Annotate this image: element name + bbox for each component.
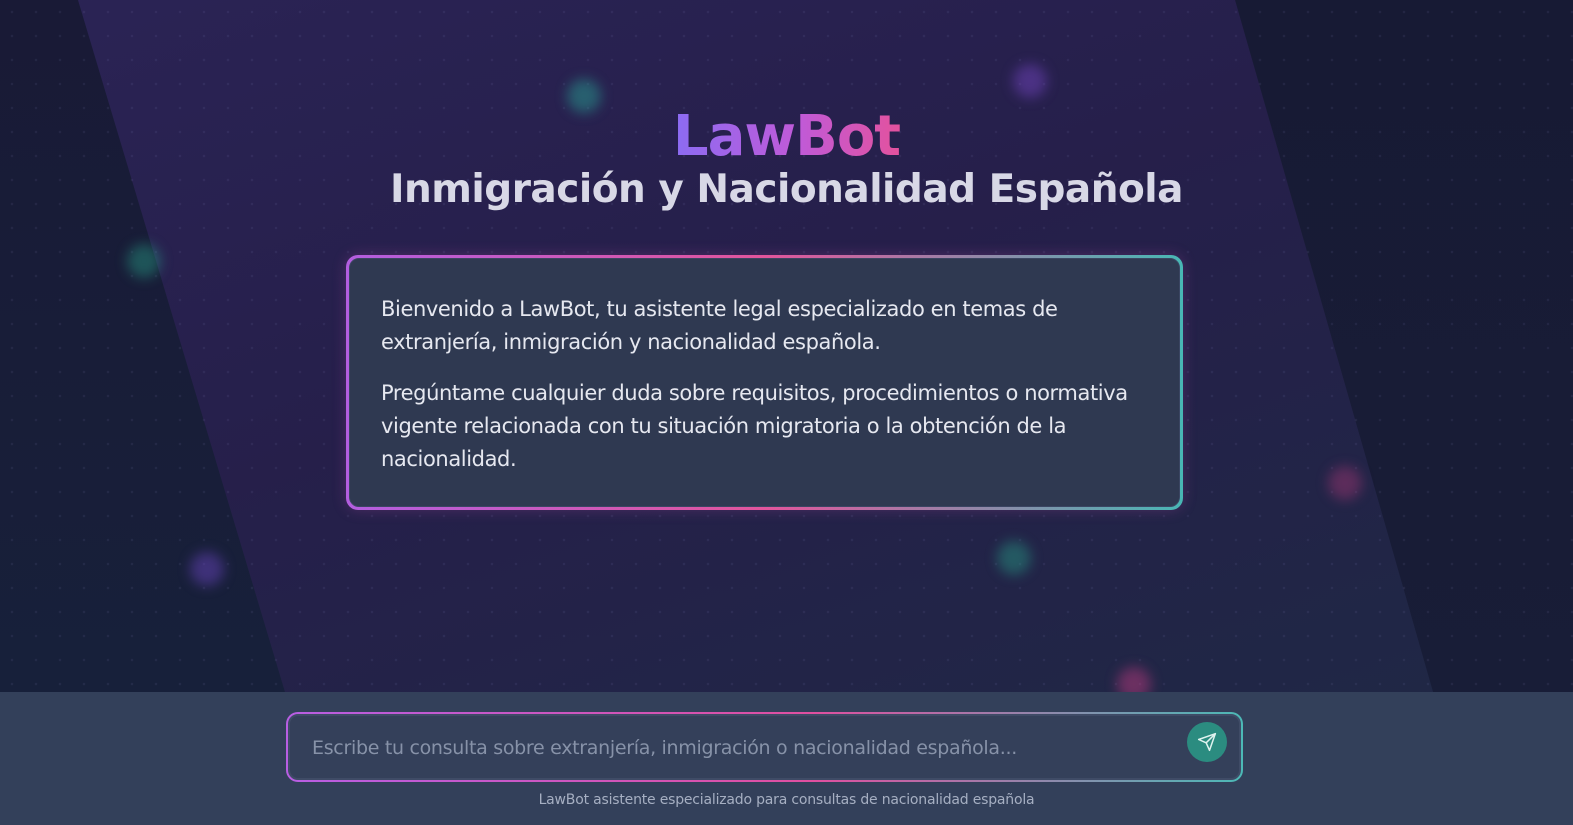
background-glow: [1013, 64, 1047, 98]
welcome-paragraph-help: Pregúntame cualquier duda sobre requisit…: [381, 381, 1128, 471]
welcome-paragraph-intro: Bienvenido a LawBot, tu asistente legal …: [381, 297, 1058, 354]
chat-input-container: [286, 712, 1243, 782]
background-glow: [997, 541, 1031, 575]
send-button[interactable]: [1187, 722, 1227, 762]
welcome-card-body: Bienvenido a LawBot, tu asistente legal …: [349, 258, 1180, 507]
page-header: LawBot Inmigración y Nacionalidad Españo…: [0, 104, 1573, 216]
background-glow: [127, 244, 161, 278]
send-icon: [1197, 732, 1217, 752]
chat-footer: LawBot asistente especializado para cons…: [0, 692, 1573, 825]
background-glow: [190, 552, 224, 586]
app-logo: LawBot: [672, 104, 901, 169]
chat-input-box: [288, 714, 1241, 780]
background-glow: [1328, 466, 1362, 500]
page-subtitle: Inmigración y Nacionalidad Española: [390, 167, 1184, 212]
chat-input[interactable]: [310, 730, 1174, 766]
welcome-card: Bienvenido a LawBot, tu asistente legal …: [346, 255, 1183, 510]
footer-note: LawBot asistente especializado para cons…: [538, 792, 1035, 808]
